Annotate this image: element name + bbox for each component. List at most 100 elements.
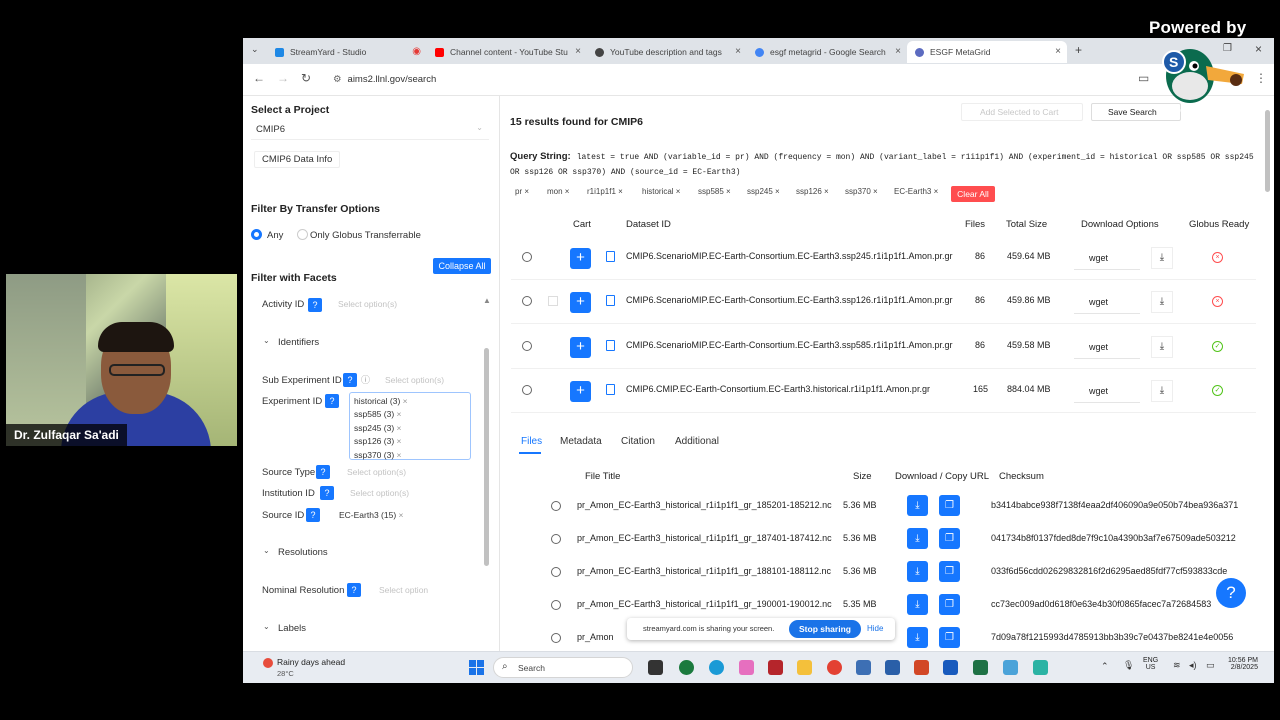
address-input[interactable]: ⚙ aims2.llnl.gov/search — [323, 70, 1203, 90]
chip-ssp370[interactable]: ssp370 (3) × — [354, 449, 466, 462]
expand-icon[interactable] — [522, 385, 532, 395]
document-icon[interactable] — [606, 384, 615, 395]
tab-list-chevron-icon[interactable]: ⌄ — [251, 44, 259, 55]
radio-any[interactable] — [251, 229, 262, 240]
row-checkbox[interactable] — [548, 296, 558, 306]
remove-chip-icon[interactable]: × — [397, 423, 402, 433]
col-file-title[interactable]: File Title — [585, 471, 620, 482]
info-icon[interactable]: ? — [308, 298, 322, 312]
filter-chip[interactable]: ssp585 × — [698, 187, 731, 196]
new-tab-icon[interactable]: + — [1075, 43, 1082, 57]
scroll-up-icon[interactable]: ▲ — [483, 296, 491, 305]
tab-files[interactable]: Files — [521, 436, 542, 447]
wifi-icon[interactable]: ≋ — [1173, 660, 1181, 671]
table-row[interactable]: + CMIP6.ScenarioMIP.EC-Earth-Consortium.… — [511, 236, 1256, 280]
add-to-cart-button[interactable]: + — [570, 381, 591, 402]
expand-icon[interactable] — [551, 567, 561, 577]
microphone-icon[interactable]: 🎙 — [1123, 660, 1134, 671]
edge-icon[interactable] — [709, 660, 724, 675]
filter-chip[interactable]: ssp126 × — [796, 187, 829, 196]
download-select[interactable]: wget — [1074, 379, 1140, 403]
copy-url-button[interactable]: ❐ — [939, 561, 960, 582]
expand-icon[interactable] — [522, 341, 532, 351]
help-button[interactable]: ? — [1216, 578, 1246, 608]
file-row[interactable]: pr_Amon_EC-Earth3_historical_r1i1p1f1_gr… — [551, 523, 1261, 556]
download-select[interactable]: wget — [1074, 335, 1140, 359]
copy-url-button[interactable]: ❐ — [939, 495, 960, 516]
col-dataset-id[interactable]: Dataset ID — [626, 219, 671, 230]
sub-experiment-id-select[interactable]: Select option(s) — [385, 375, 444, 385]
close-icon[interactable]: × — [575, 46, 581, 57]
weather-title[interactable]: Rainy days ahead — [277, 657, 345, 667]
download-icon[interactable]: ⤓ — [1151, 247, 1173, 269]
expand-icon[interactable] — [522, 296, 532, 306]
copilot-icon[interactable] — [739, 660, 754, 675]
camera-app-icon[interactable] — [679, 660, 694, 675]
filter-chip[interactable]: r1i1p1f1 × — [587, 187, 623, 196]
tab-metadata[interactable]: Metadata — [560, 436, 602, 447]
chevron-down-icon[interactable]: ⌄ — [263, 622, 270, 631]
add-to-cart-button[interactable]: + — [570, 292, 591, 313]
tab-streamyard[interactable]: StreamYard - Studio ◉ — [267, 41, 427, 63]
back-icon[interactable]: ← — [253, 71, 265, 85]
add-selected-to-cart-button[interactable]: Add Selected to Cart — [961, 103, 1083, 121]
institution-id-select[interactable]: Select option(s) — [350, 488, 409, 498]
expand-icon[interactable] — [551, 633, 561, 643]
info-icon[interactable]: ? — [325, 394, 339, 408]
hide-share-bar-button[interactable]: Hide — [867, 624, 883, 633]
volume-icon[interactable]: ◂) — [1189, 660, 1197, 671]
clock[interactable]: 10:56 PM 2/8/2025 — [1228, 657, 1258, 671]
document-icon[interactable] — [606, 340, 615, 351]
close-window-icon[interactable]: × — [1255, 42, 1262, 56]
expand-icon[interactable] — [522, 252, 532, 262]
r-app-icon[interactable] — [856, 660, 871, 675]
download-file-button[interactable]: ⤓ — [907, 594, 928, 615]
download-icon[interactable]: ⤓ — [1151, 380, 1173, 402]
remove-chip-icon[interactable]: × — [397, 450, 402, 460]
download-file-button[interactable]: ⤓ — [907, 495, 928, 516]
download-icon[interactable]: ⤓ — [1151, 336, 1173, 358]
remove-chip-icon[interactable]: × — [403, 396, 408, 406]
language-indicator[interactable]: ENG US — [1143, 657, 1158, 671]
col-files[interactable]: Files — [965, 219, 985, 230]
battery-icon[interactable]: ▭ — [1206, 660, 1215, 671]
col-total-size[interactable]: Total Size — [1006, 219, 1047, 230]
copy-url-button[interactable]: ❐ — [939, 594, 960, 615]
download-file-button[interactable]: ⤓ — [907, 627, 928, 648]
chip-historical[interactable]: historical (3) × — [354, 395, 466, 408]
app-icon[interactable] — [1003, 660, 1018, 675]
filter-chip[interactable]: pr × — [515, 187, 529, 196]
file-row[interactable]: pr_Amon_EC-Earth3_historical_r1i1p1f1_gr… — [551, 556, 1261, 589]
chip-ssp245[interactable]: ssp245 (3) × — [354, 422, 466, 435]
copy-url-button[interactable]: ❐ — [939, 528, 960, 549]
notepad-icon[interactable] — [1033, 660, 1048, 675]
chevron-down-icon[interactable]: ⌄ — [263, 546, 270, 555]
forward-icon[interactable]: → — [277, 71, 289, 85]
info-icon[interactable]: ? — [316, 465, 330, 479]
source-type-select[interactable]: Select option(s) — [347, 467, 406, 477]
powerpoint-icon[interactable] — [914, 660, 929, 675]
experiment-id-select[interactable]: historical (3) × ssp585 (3) × ssp245 (3)… — [349, 392, 471, 460]
radio-globus[interactable] — [297, 229, 308, 240]
weather-icon[interactable] — [263, 658, 273, 668]
clear-all-button[interactable]: Clear All — [951, 186, 995, 202]
download-select[interactable]: wget — [1074, 246, 1140, 270]
expand-icon[interactable] — [551, 501, 561, 511]
filter-chip[interactable]: EC-Earth3 × — [894, 187, 938, 196]
close-icon[interactable]: × — [895, 46, 901, 57]
download-file-button[interactable]: ⤓ — [907, 561, 928, 582]
stop-sharing-button[interactable]: Stop sharing — [789, 620, 861, 638]
table-row[interactable]: + CMIP6.ScenarioMIP.EC-Earth-Consortium.… — [511, 280, 1256, 324]
remove-chip-icon[interactable]: × — [397, 409, 402, 419]
filter-chip[interactable]: mon × — [547, 187, 569, 196]
activity-id-select[interactable]: Select option(s) — [338, 299, 397, 309]
project-select[interactable]: CMIP6 ⌄ — [251, 120, 489, 140]
document-icon[interactable] — [606, 295, 615, 306]
table-row[interactable]: + CMIP6.CMIP.EC-Earth-Consortium.EC-Eart… — [511, 369, 1256, 413]
rstudio-icon[interactable] — [885, 660, 900, 675]
file-explorer-icon[interactable] — [797, 660, 812, 675]
tab-youtube-desc[interactable]: YouTube description and tags × — [587, 41, 747, 63]
info-icon[interactable]: ? — [320, 486, 334, 500]
close-icon[interactable]: × — [735, 46, 741, 57]
document-icon[interactable] — [606, 251, 615, 262]
